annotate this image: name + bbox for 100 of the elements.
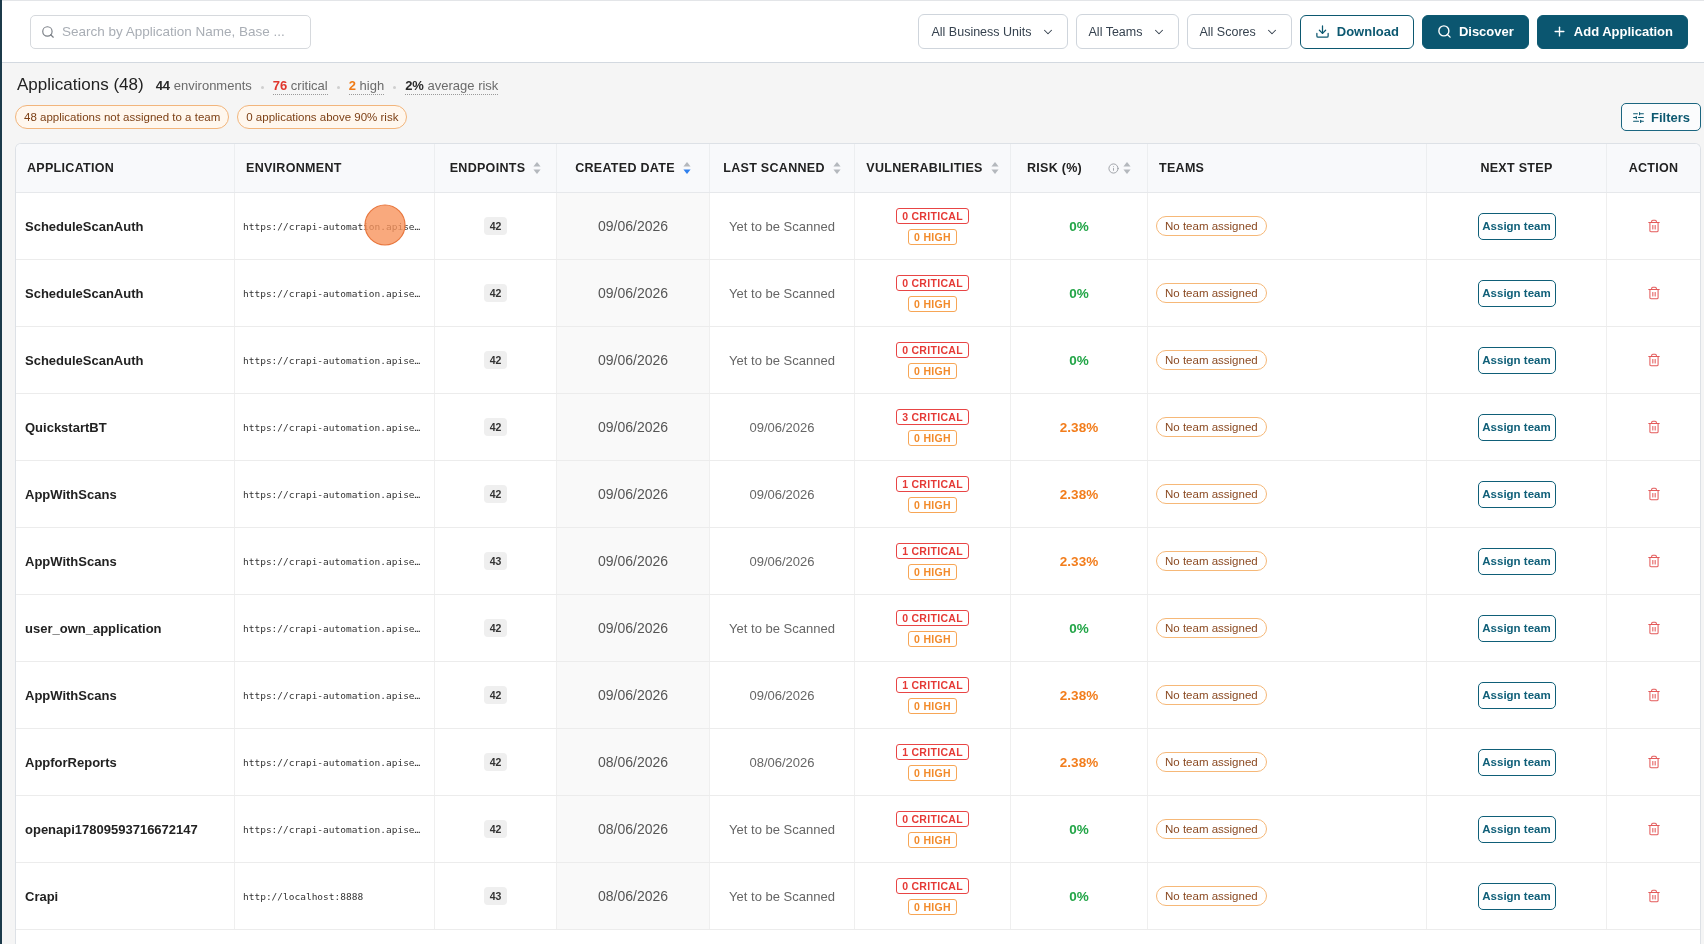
- last-scanned-text: Yet to be Scanned: [729, 285, 835, 301]
- trash-icon[interactable]: [1646, 219, 1661, 233]
- risk-percentage: 0%: [1069, 821, 1089, 837]
- high-count-badge: 0 HIGH: [908, 764, 957, 781]
- info-icon[interactable]: [1108, 162, 1120, 174]
- add-button[interactable]: Add Application: [1536, 14, 1688, 49]
- team-status-badge: No team assigned: [1156, 886, 1267, 906]
- high-count-badge: 0 HIGH: [908, 295, 957, 312]
- sort-icon[interactable]: [832, 161, 841, 175]
- filter-dropdown[interactable]: All Scores: [1186, 14, 1292, 49]
- last-scanned-text: 09/06/2026: [749, 419, 815, 435]
- risk-percentage: 2.38%: [1059, 419, 1099, 435]
- environment-url: https://crapi-automation.apise…: [243, 756, 421, 768]
- endpoint-count-badge: 43: [483, 552, 508, 570]
- trash-icon[interactable]: [1646, 286, 1661, 300]
- sort-icon[interactable]: [1123, 161, 1132, 175]
- endpoint-count-badge: 42: [483, 284, 508, 302]
- trash-icon[interactable]: [1646, 755, 1661, 769]
- assign-team-button[interactable]: Assign team: [1477, 882, 1556, 910]
- trash-icon[interactable]: [1646, 688, 1661, 702]
- assign-team-button[interactable]: Assign team: [1477, 346, 1556, 374]
- team-status-badge: No team assigned: [1156, 819, 1267, 839]
- assign-team-button[interactable]: Assign team: [1477, 815, 1556, 843]
- team-status-badge: No team assigned: [1156, 417, 1267, 437]
- created-date: 08/06/2026: [597, 754, 669, 770]
- team-status-badge: No team assigned: [1156, 283, 1267, 303]
- created-date: 09/06/2026: [597, 553, 669, 569]
- endpoint-count-badge: 42: [483, 217, 508, 235]
- assign-team-button[interactable]: Assign team: [1477, 547, 1556, 575]
- high-count-badge: 0 HIGH: [908, 362, 957, 379]
- column-header[interactable]: LAST SCANNED: [723, 161, 841, 175]
- filters-button[interactable]: Filters: [1621, 103, 1701, 131]
- column-header[interactable]: ENDPOINTS: [449, 161, 542, 175]
- column-header[interactable]: VULNERABILITIES: [866, 161, 999, 175]
- trash-icon[interactable]: [1646, 420, 1661, 434]
- trash-icon[interactable]: [1646, 822, 1661, 836]
- last-scanned-text: Yet to be Scanned: [729, 352, 835, 368]
- search-field[interactable]: Search by Application Name, Base ...: [30, 14, 311, 49]
- sort-icon[interactable]: [533, 161, 542, 175]
- column-header: ACTION: [1628, 161, 1679, 175]
- column-header: APPLICATION: [27, 161, 115, 175]
- application-name: ScheduleScanAuth: [25, 285, 144, 301]
- risk-percentage: 0%: [1069, 352, 1089, 368]
- last-scanned-text: 09/06/2026: [749, 553, 815, 569]
- created-date: 08/06/2026: [597, 821, 669, 837]
- created-date: 09/06/2026: [597, 352, 669, 368]
- application-name: user_own_application: [25, 620, 162, 636]
- trash-icon[interactable]: [1646, 487, 1661, 501]
- created-date: 09/06/2026: [597, 285, 669, 301]
- trash-icon[interactable]: [1646, 621, 1661, 635]
- environment-url: https://crapi-automation.apise…: [243, 488, 421, 500]
- trash-icon[interactable]: [1646, 353, 1661, 367]
- application-name: AppforReports: [25, 754, 117, 770]
- page-title: Applications (48): [17, 75, 144, 95]
- sliders-icon: [1632, 110, 1645, 124]
- assign-team-button[interactable]: Assign team: [1477, 614, 1556, 642]
- high-count-badge: 0 HIGH: [908, 898, 957, 915]
- environment-url: http://localhost:8888: [243, 890, 364, 902]
- team-status-badge: No team assigned: [1156, 350, 1267, 370]
- assign-team-button[interactable]: Assign team: [1477, 279, 1556, 307]
- endpoint-count-badge: 42: [483, 619, 508, 637]
- high-count-badge: 0 HIGH: [908, 697, 957, 714]
- team-status-badge: No team assigned: [1156, 752, 1267, 772]
- team-status-badge: No team assigned: [1156, 484, 1267, 504]
- assign-team-button[interactable]: Assign team: [1477, 748, 1556, 776]
- assign-team-button[interactable]: Assign team: [1477, 681, 1556, 709]
- column-header[interactable]: RISK (%): [1026, 161, 1132, 175]
- high-count-badge: 0 HIGH: [908, 496, 957, 513]
- critical-count-badge: 1 CRITICAL: [896, 475, 969, 492]
- filter-dropdown[interactable]: All Teams: [1075, 14, 1179, 49]
- team-status-badge: No team assigned: [1156, 551, 1267, 571]
- trash-icon[interactable]: [1646, 554, 1661, 568]
- column-header[interactable]: CREATED DATE: [575, 161, 691, 175]
- environment-url: https://crapi-automation.apise…: [243, 555, 421, 567]
- summary-stat: 76 critical: [272, 78, 328, 95]
- endpoint-count-badge: 42: [483, 686, 508, 704]
- download-button[interactable]: Download: [1299, 14, 1414, 49]
- application-name: ScheduleScanAuth: [25, 218, 144, 234]
- last-scanned-text: Yet to be Scanned: [729, 218, 835, 234]
- risk-percentage: 0%: [1069, 285, 1089, 301]
- search-button[interactable]: Discover: [1421, 14, 1529, 49]
- assign-team-button[interactable]: Assign team: [1477, 212, 1556, 240]
- application-name: openapi17809593716672147: [25, 821, 198, 837]
- sort-icon[interactable]: [682, 161, 691, 175]
- high-count-badge: 0 HIGH: [908, 429, 957, 446]
- summary-stat: 44 environments: [155, 78, 252, 95]
- endpoint-count-badge: 42: [483, 485, 508, 503]
- trash-icon[interactable]: [1646, 889, 1661, 903]
- sort-icon[interactable]: [990, 161, 999, 175]
- application-name: AppWithScans: [25, 687, 117, 703]
- created-date: 09/06/2026: [597, 218, 669, 234]
- application-name: AppWithScans: [25, 486, 117, 502]
- team-status-badge: No team assigned: [1156, 216, 1267, 236]
- filter-dropdown[interactable]: All Business Units: [918, 14, 1068, 49]
- endpoint-count-badge: 42: [483, 351, 508, 369]
- created-date: 09/06/2026: [597, 620, 669, 636]
- plus-icon: [1551, 24, 1567, 39]
- assign-team-button[interactable]: Assign team: [1477, 480, 1556, 508]
- application-name: AppWithScans: [25, 553, 117, 569]
- assign-team-button[interactable]: Assign team: [1477, 413, 1556, 441]
